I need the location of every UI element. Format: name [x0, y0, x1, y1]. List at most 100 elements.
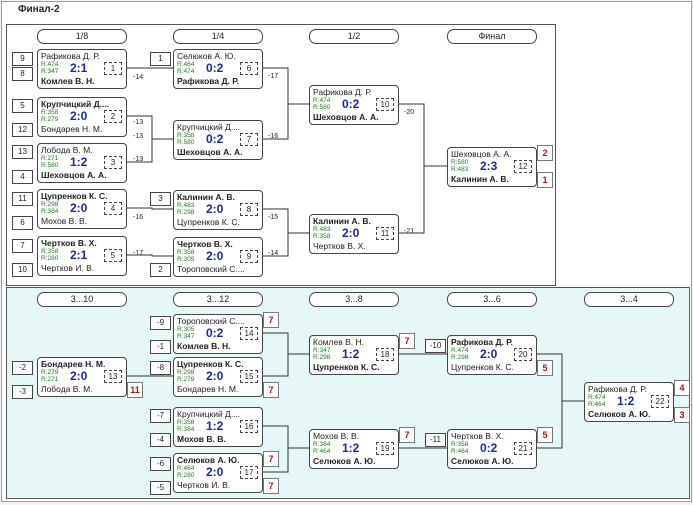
- match-number: 2: [104, 110, 122, 123]
- player-one-rating: R:580: [451, 159, 469, 166]
- match-card[interactable]: Рафикова Д. Р. R:474 R:347 Комлев В. Н. 2:1 1: [37, 49, 127, 89]
- final-place-badge: 4: [674, 380, 690, 396]
- loser-source-number: -5: [150, 481, 171, 495]
- round-label-top[interactable]: 1/2: [309, 29, 399, 44]
- player-two-rating: R:279: [177, 376, 195, 383]
- match-card[interactable]: Лобода В. М. R:271 R:580 Шеховцов А. А. 1:2 3: [37, 143, 127, 183]
- match-card[interactable]: Крупчицкий Д.... R:358 R:384 Мохов В. В. 1:2…: [173, 407, 263, 447]
- loser-source-number: -1: [150, 340, 171, 354]
- round-label-bottom[interactable]: 3...12: [173, 292, 263, 307]
- match-card[interactable]: Селюков А. Ю. R:464 R:474 Рафикова Д. Р. 0:2…: [173, 49, 263, 89]
- player-one-rating: R:358: [177, 249, 195, 256]
- match-score: 1:2: [70, 155, 88, 169]
- match-score: 2:0: [206, 202, 224, 216]
- match-card[interactable]: Чертков В. Х. R:358 R:280 Чертков И. В. 2:1 5: [37, 236, 127, 276]
- player-one-name: Крупчицкий Д....: [177, 409, 241, 419]
- match-card[interactable]: Комлев В. Н. R:347 R:298 Цупренков К. С. 1:2…: [309, 335, 399, 375]
- player-one-name: Цупренков К. С.: [41, 191, 108, 201]
- player-one-name: Бондарев Н. М.: [41, 359, 106, 369]
- match-number: 6: [240, 62, 258, 75]
- loser-source-number: -7: [150, 409, 171, 423]
- match-card[interactable]: Калинин А. В. R:483 R:358 Чертков В. Х. 2:0 1…: [309, 214, 399, 254]
- match-score: 2:1: [70, 61, 88, 75]
- loser-destination-ref: -13: [133, 133, 144, 140]
- match-score: 0:2: [342, 97, 360, 111]
- round-label-bottom[interactable]: 3...4: [584, 292, 674, 307]
- round-label-bottom[interactable]: 3...10: [37, 292, 127, 307]
- round-label-bottom[interactable]: 3...8: [309, 292, 399, 307]
- loser-destination-ref: -20: [404, 109, 415, 116]
- match-card[interactable]: Крупчицкий Д.... R:358 R:279 Бондарев Н. М.…: [37, 97, 127, 137]
- player-two-name: Калинин А. В.: [451, 174, 509, 184]
- match-score: 1:2: [617, 394, 635, 408]
- seed-number: 3: [150, 192, 171, 206]
- round-label-top[interactable]: Финал: [447, 29, 537, 44]
- match-card[interactable]: Крупчицкий Д.... R:358 R:580 Шеховцов А. А.…: [173, 120, 263, 160]
- player-two-name: Цупренков К. С.: [177, 217, 240, 227]
- player-two-rating: R:474: [177, 68, 195, 75]
- player-one-name: Калинин А. В.: [313, 216, 371, 226]
- match-card[interactable]: Чертков В. Х. R:358 R:305 Тороповский С....…: [173, 237, 263, 277]
- final-place-badge: 7: [263, 312, 279, 328]
- seed-number: 9: [12, 52, 33, 66]
- match-score: 0:2: [480, 441, 498, 455]
- final-place-badge: 7: [399, 427, 415, 443]
- player-two-rating: R:347: [177, 333, 195, 340]
- loser-source-number: -2: [12, 361, 33, 375]
- loser-destination-ref: -14: [133, 74, 144, 81]
- player-two-rating: R:464: [313, 448, 331, 455]
- player-two-rating: R:347: [41, 68, 59, 75]
- player-one-rating: R:474: [41, 61, 59, 68]
- loser-destination-ref: -13: [133, 119, 144, 126]
- player-two-rating: R:464: [451, 448, 469, 455]
- final-place-badge: 1: [537, 172, 553, 188]
- player-one-rating: R:305: [177, 326, 195, 333]
- match-card[interactable]: Шеховцов А. А. R:580 R:483 Калинин А. В. 2:3…: [447, 147, 537, 187]
- match-card[interactable]: Селюков А. Ю. R:464 R:280 Чертков И. В. 2:0 1…: [173, 453, 263, 493]
- match-number: 19: [376, 442, 394, 455]
- match-number: 20: [514, 348, 532, 361]
- match-card[interactable]: Тороповский С.... R:305 R:347 Комлев В. Н. 0…: [173, 314, 263, 354]
- match-card[interactable]: Чертков В. Х. R:358 R:464 Селюков А. Ю. 0:2 2…: [447, 429, 537, 469]
- match-score: 2:0: [70, 201, 88, 215]
- final-place-badge: 7: [263, 382, 279, 398]
- match-card[interactable]: Калинин А. В. R:483 R:298 Цупренков К. С. 2:…: [173, 190, 263, 230]
- player-two-name: Цупренков К. С.: [313, 362, 380, 372]
- seed-number: 8: [12, 67, 33, 81]
- match-card[interactable]: Рафикова Д. Р. R:474 R:464 Селюков А. Ю. 1:2…: [584, 382, 674, 422]
- round-label-bottom[interactable]: 3...6: [447, 292, 537, 307]
- loser-destination-ref: -15: [268, 214, 279, 221]
- match-card[interactable]: Цупренков К. С. R:298 R:384 Мохов В. В. 2:0 4: [37, 189, 127, 229]
- player-one-rating: R:358: [41, 109, 59, 116]
- match-score: 1:2: [342, 347, 360, 361]
- player-one-rating: R:298: [177, 369, 195, 376]
- player-two-name: Рафикова Д. Р.: [177, 76, 240, 86]
- player-two-rating: R:305: [177, 256, 195, 263]
- player-one-rating: R:358: [451, 441, 469, 448]
- round-label-top[interactable]: 1/4: [173, 29, 263, 44]
- seed-number: 11: [12, 192, 33, 206]
- final-place-badge: 3: [674, 407, 690, 423]
- match-card[interactable]: Рафикова Д. Р. R:474 R:298 Цупренков К. С. 2…: [447, 335, 537, 375]
- match-score: 2:0: [206, 369, 224, 383]
- match-card[interactable]: Цупренков К. С. R:298 R:279 Бондарев Н. М. 2…: [173, 357, 263, 397]
- match-card[interactable]: Бондарев Н. М. R:279 R:271 Лобода В. М. 2:0 1…: [37, 357, 127, 397]
- final-place-badge: 2: [537, 145, 553, 161]
- player-two-rating: R:280: [177, 472, 195, 479]
- player-two-name: Мохов В. В.: [177, 434, 226, 444]
- player-two-name: Бондарев Н. М.: [41, 124, 103, 134]
- player-two-name: Шеховцов А. А.: [313, 112, 379, 122]
- round-label-top[interactable]: 1/8: [37, 29, 127, 44]
- match-score: 2:0: [206, 465, 224, 479]
- match-number: 11: [376, 227, 394, 240]
- loser-destination-ref: -17: [268, 73, 279, 80]
- match-number: 4: [104, 202, 122, 215]
- match-card[interactable]: Рафикова Д. Р. R:474 R:580 Шеховцов А. А. 0:…: [309, 85, 399, 125]
- player-two-name: Шеховцов А. А.: [177, 147, 243, 157]
- match-number: 21: [514, 442, 532, 455]
- player-one-rating: R:358: [177, 132, 195, 139]
- player-two-rating: R:580: [41, 162, 59, 169]
- player-one-name: Рафикова Д. Р.: [313, 87, 372, 97]
- loser-source-number: -8: [150, 361, 171, 375]
- match-card[interactable]: Мохов В. В. R:384 R:464 Селюков А. Ю. 1:2 19: [309, 429, 399, 469]
